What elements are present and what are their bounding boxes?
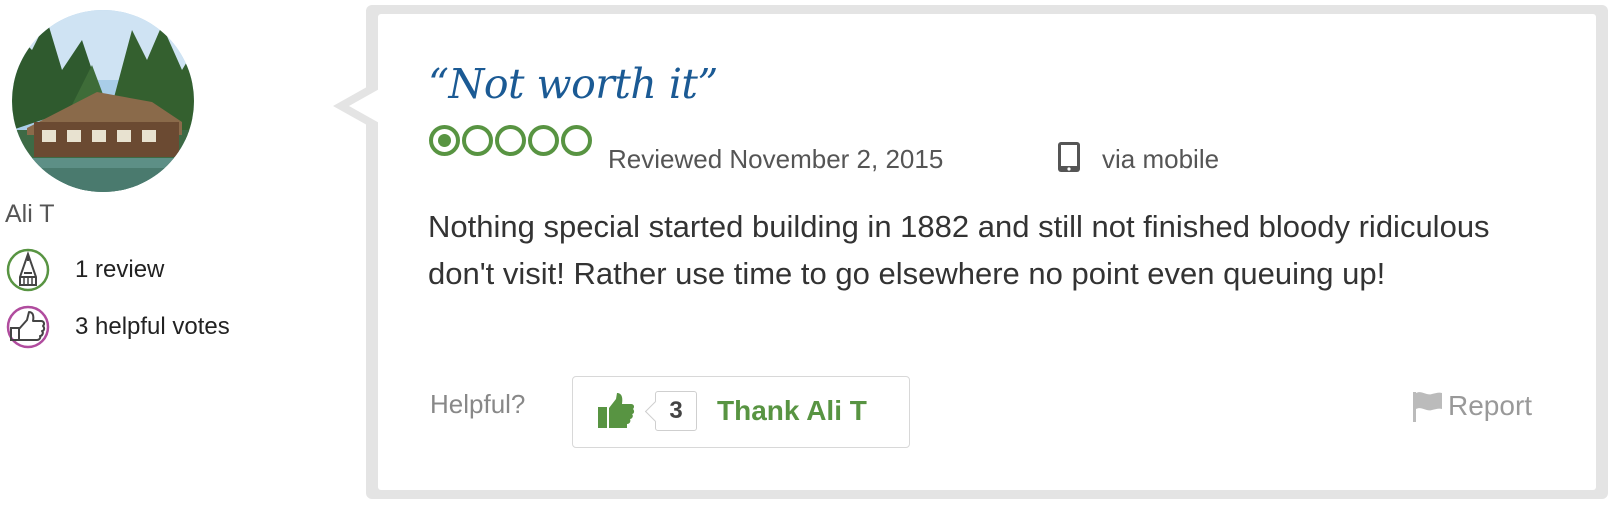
review-title[interactable]: “Not worth it”: [428, 60, 718, 108]
helpful-label: Helpful?: [430, 389, 526, 419]
avatar-photo: [12, 10, 194, 192]
rating-bubbles: [429, 125, 592, 156]
rating-bubble-empty: [495, 125, 526, 156]
rating-bubble-empty: [462, 125, 493, 156]
thank-count-value: 3: [669, 397, 683, 424]
report-link[interactable]: Report: [1410, 389, 1532, 423]
thumbs-up-badge-icon: [6, 305, 50, 349]
rating-bubble-filled: [429, 125, 460, 156]
reviewer-avatar[interactable]: [12, 10, 194, 192]
reviewer-name[interactable]: Ali T: [5, 200, 55, 229]
reviewer-helpful-votes: 3 helpful votes: [5, 305, 230, 349]
report-label: Report: [1448, 390, 1533, 421]
pencil-badge-icon: [6, 248, 50, 292]
thank-count: 3: [655, 391, 697, 431]
thumbs-up-icon: [598, 393, 635, 428]
mobile-phone-icon: [1058, 142, 1080, 172]
review-body: Nothing special started building in 1882…: [428, 209, 1490, 291]
review-date: Reviewed November 2, 2015: [608, 144, 944, 174]
flag-icon: [1413, 392, 1442, 422]
review-count-text: 1 review: [75, 256, 165, 283]
rating-bubble-empty: [528, 125, 559, 156]
helpful-votes-text: 3 helpful votes: [75, 313, 230, 340]
thank-reviewer-button[interactable]: 3 Thank Ali T: [572, 376, 910, 448]
via-mobile-label: via mobile: [1102, 144, 1220, 174]
reviewer-review-count: 1 review: [5, 248, 164, 292]
rating-bubble-empty: [561, 125, 592, 156]
thank-label: Thank Ali T: [717, 395, 867, 426]
card-pointer: [333, 78, 383, 134]
